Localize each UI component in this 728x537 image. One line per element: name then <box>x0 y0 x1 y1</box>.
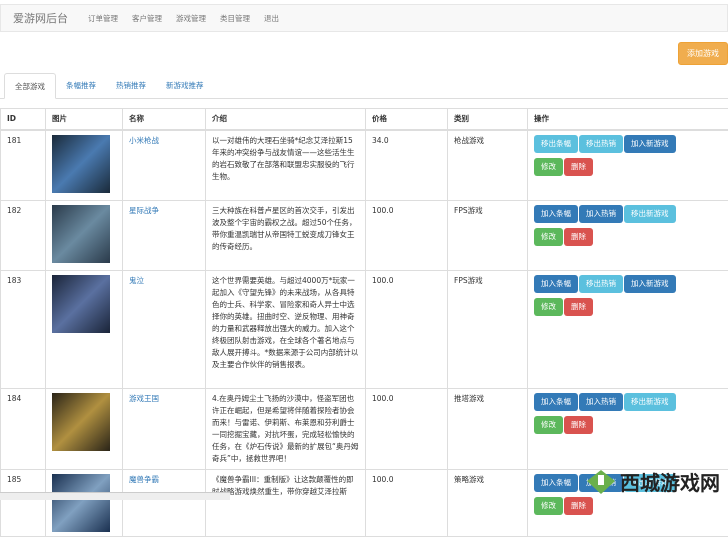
cell-price: 100.0 <box>366 270 448 388</box>
cell-category: 枪战游戏 <box>448 130 528 200</box>
cell-desc: 三大种族在科普卢星区的首次交手，引发出波及整个宇宙的霸权之战。超过50个任务，带… <box>206 200 366 270</box>
delete-button[interactable]: 删除 <box>564 228 593 246</box>
cell-category: 推塔游戏 <box>448 388 528 469</box>
cell-desc: 《魔兽争霸III：重制版》让这款颠覆性的即时战略游戏焕然重生，带你穿越艾泽拉斯 <box>206 469 366 536</box>
status-bar <box>0 492 230 500</box>
game-name-link[interactable]: 魔兽争霸 <box>129 475 159 484</box>
action-button[interactable]: 加入热销 <box>579 205 623 223</box>
watermark-icon <box>586 469 616 495</box>
game-thumbnail <box>52 393 110 451</box>
game-thumbnail <box>52 205 110 263</box>
nav-games[interactable]: 游戏管理 <box>176 13 206 24</box>
cell-price: 100.0 <box>366 388 448 469</box>
column-header: 介绍 <box>206 109 366 131</box>
cell-price: 34.0 <box>366 130 448 200</box>
brand[interactable]: 爱游网后台 <box>13 10 68 26</box>
tabs: 全部游戏 条幅推荐 热销推荐 新游戏推荐 <box>0 73 728 99</box>
cell-id: 183 <box>1 270 46 388</box>
action-button[interactable]: 移出热销 <box>579 135 623 153</box>
column-header: 价格 <box>366 109 448 131</box>
action-button[interactable]: 移出新游戏 <box>624 205 676 223</box>
nav-logout[interactable]: 退出 <box>264 13 279 24</box>
action-button[interactable]: 加入条幅 <box>534 205 578 223</box>
table-row: 181 小米枪战 以一对雄伟的大理石坐骑*纪念艾泽拉斯15年来的冲突纷争与战友情… <box>1 130 728 200</box>
cell-id: 182 <box>1 200 46 270</box>
cell-price: 100.0 <box>366 469 448 536</box>
action-button[interactable]: 加入热销 <box>579 393 623 411</box>
tab-hot[interactable]: 热销推荐 <box>106 73 156 98</box>
action-button[interactable]: 加入条幅 <box>534 393 578 411</box>
edit-button[interactable]: 修改 <box>534 298 563 316</box>
column-header: 名称 <box>123 109 206 131</box>
navbar: 爱游网后台 订单管理 客户管理 游戏管理 类目管理 退出 <box>0 4 728 32</box>
add-game-button[interactable]: 添加游戏 <box>678 42 728 65</box>
action-button[interactable]: 加入条幅 <box>534 275 578 293</box>
cell-id: 184 <box>1 388 46 469</box>
cell-id: 181 <box>1 130 46 200</box>
table-row: 184 游戏王国 4.在奥丹姆尘土飞扬的沙漠中，怪盗军团也许正在崛起，但是希望将… <box>1 388 728 469</box>
cell-desc: 4.在奥丹姆尘土飞扬的沙漠中，怪盗军团也许正在崛起，但是希望将伴随着探险者协会而… <box>206 388 366 469</box>
game-name-link[interactable]: 小米枪战 <box>129 136 159 145</box>
edit-button[interactable]: 修改 <box>534 228 563 246</box>
action-button[interactable]: 加入新游戏 <box>624 135 676 153</box>
cell-desc: 以一对雄伟的大理石坐骑*纪念艾泽拉斯15年来的冲突纷争与战友情谊——这些活生生的… <box>206 130 366 200</box>
delete-button[interactable]: 删除 <box>564 416 593 434</box>
game-thumbnail <box>52 474 110 532</box>
action-button[interactable]: 加入条幅 <box>534 474 578 492</box>
tab-all[interactable]: 全部游戏 <box>4 73 56 99</box>
column-header: 操作 <box>528 109 728 131</box>
cell-id: 185 <box>1 469 46 536</box>
nav-categories[interactable]: 类目管理 <box>220 13 250 24</box>
edit-button[interactable]: 修改 <box>534 158 563 176</box>
cell-category: FPS游戏 <box>448 200 528 270</box>
action-button[interactable]: 加入新游戏 <box>624 275 676 293</box>
column-header: ID <box>1 109 46 131</box>
game-name-link[interactable]: 星际战争 <box>129 206 159 215</box>
column-header: 图片 <box>46 109 123 131</box>
cell-category: FPS游戏 <box>448 270 528 388</box>
cell-desc: 这个世界需要英雄。与超过4000万*玩家一起加入《守望先锋》的未来战场，从各具特… <box>206 270 366 388</box>
column-header: 类别 <box>448 109 528 131</box>
tab-new[interactable]: 新游戏推荐 <box>156 73 214 98</box>
delete-button[interactable]: 删除 <box>564 298 593 316</box>
watermark-logo: 西城游戏网 <box>586 467 720 496</box>
game-name-link[interactable]: 游戏王国 <box>129 394 159 403</box>
delete-button[interactable]: 删除 <box>564 158 593 176</box>
game-name-link[interactable]: 鬼泣 <box>129 276 144 285</box>
action-button[interactable]: 移出新游戏 <box>624 393 676 411</box>
table-row: 183 鬼泣 这个世界需要英雄。与超过4000万*玩家一起加入《守望先锋》的未来… <box>1 270 728 388</box>
game-thumbnail <box>52 275 110 333</box>
nav-orders[interactable]: 订单管理 <box>88 13 118 24</box>
delete-button[interactable]: 删除 <box>564 497 593 515</box>
edit-button[interactable]: 修改 <box>534 497 563 515</box>
action-button[interactable]: 移出热销 <box>579 275 623 293</box>
nav-customers[interactable]: 客户管理 <box>132 13 162 24</box>
action-button[interactable]: 移出条幅 <box>534 135 578 153</box>
game-thumbnail <box>52 135 110 193</box>
cell-price: 100.0 <box>366 200 448 270</box>
table-row: 182 星际战争 三大种族在科普卢星区的首次交手，引发出波及整个宇宙的霸权之战。… <box>1 200 728 270</box>
cell-category: 策略游戏 <box>448 469 528 536</box>
tab-banner[interactable]: 条幅推荐 <box>56 73 106 98</box>
edit-button[interactable]: 修改 <box>534 416 563 434</box>
